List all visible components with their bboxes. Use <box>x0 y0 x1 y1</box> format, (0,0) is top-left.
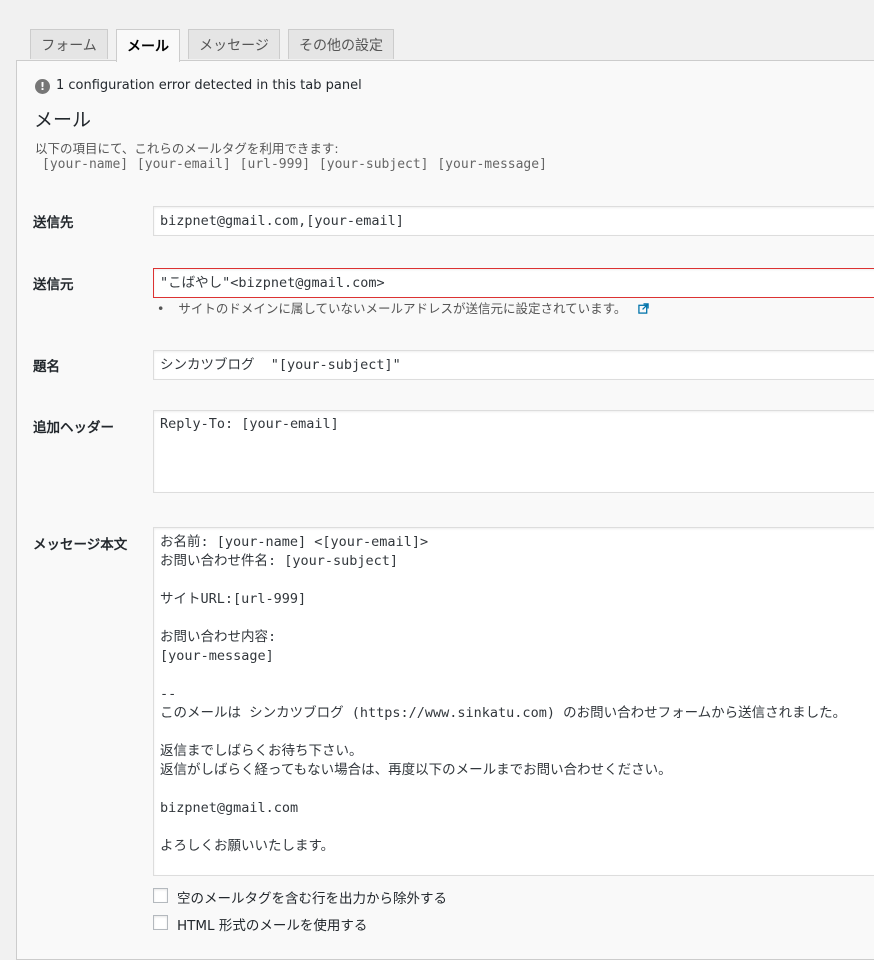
additional-headers-label: 追加ヘッダー <box>33 420 114 436</box>
config-error-notice: 1 configuration error detected in this t… <box>56 78 362 93</box>
mail-tags-list: [your-name] [your-email] [url-999] [your… <box>42 157 547 172</box>
sender-warning-text: サイトのドメインに属していないメールアドレスが送信元に設定されています。 <box>178 301 627 316</box>
use-html-label[interactable]: HTML 形式のメールを使用する <box>177 914 367 934</box>
tab-additional-settings[interactable]: その他の設定 <box>288 29 394 59</box>
external-link-icon[interactable] <box>638 303 650 314</box>
sender-warning: • サイトのドメインに属していないメールアドレスが送信元に設定されています。 <box>157 298 650 317</box>
exclamation-circle-icon: ! <box>35 79 50 94</box>
exclude-blank-label[interactable]: 空のメールタグを含む行を出力から除外する <box>177 887 447 907</box>
sender-label: 送信元 <box>33 277 74 293</box>
recipient-input[interactable]: bizpnet@gmail.com,[your-email] <box>153 206 874 236</box>
subject-input[interactable]: シンカツブログ "[your-subject]" <box>153 350 874 380</box>
mail-tags-description: 以下の項目にて、これらのメールタグを利用できます: <box>35 141 339 156</box>
recipient-label: 送信先 <box>33 215 74 231</box>
subject-label: 題名 <box>33 359 60 375</box>
additional-headers-textarea[interactable]: Reply-To: [your-email] <box>153 410 874 493</box>
section-title: メール <box>34 109 92 131</box>
exclude-blank-checkbox[interactable] <box>153 888 168 903</box>
sender-input[interactable]: "こばやし"<bizpnet@gmail.com> <box>153 268 874 298</box>
message-body-label: メッセージ本文 <box>33 537 128 553</box>
message-body-textarea[interactable]: お名前: [your-name] <[your-email]> お問い合わせ件名… <box>153 527 874 876</box>
tab-form[interactable]: フォーム <box>30 29 108 59</box>
tab-messages[interactable]: メッセージ <box>188 29 280 59</box>
use-html-checkbox[interactable] <box>153 915 168 930</box>
tab-mail[interactable]: メール <box>116 29 180 62</box>
